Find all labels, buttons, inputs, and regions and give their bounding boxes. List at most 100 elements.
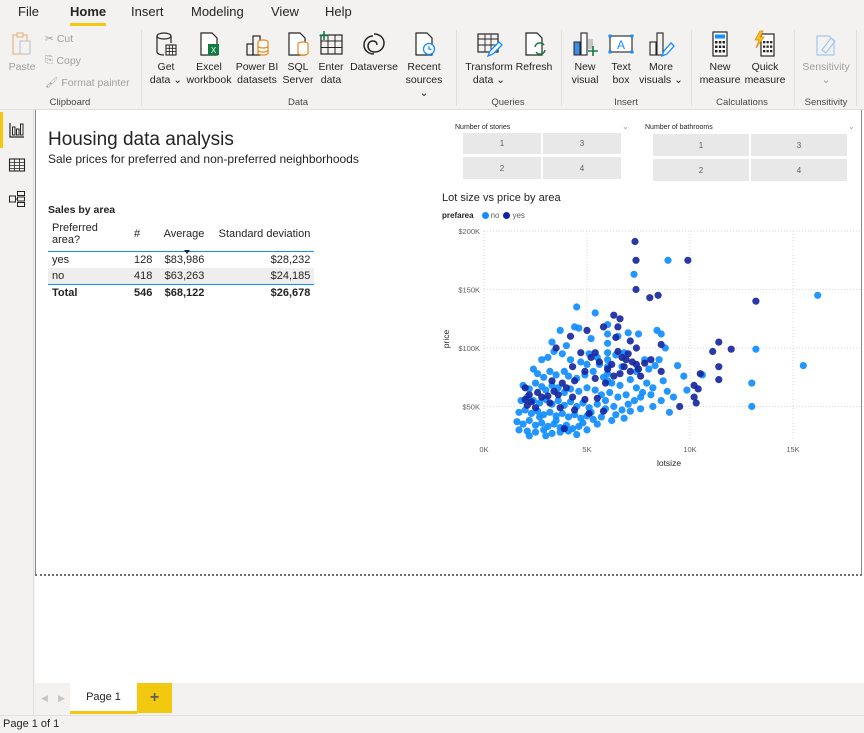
slicer-option-3[interactable]: 3	[751, 134, 847, 156]
data-point-yes[interactable]	[523, 401, 531, 409]
scatter-plot[interactable]: $50K $100K $150K $200K 0K 5K 10K 15K lotsize pr…	[436, 222, 861, 472]
data-point-no[interactable]	[531, 428, 540, 436]
paste-button[interactable]: Paste	[7, 30, 37, 74]
data-point-yes[interactable]	[587, 353, 595, 361]
data-point-yes[interactable]	[752, 297, 760, 305]
data-point-yes[interactable]	[657, 340, 665, 349]
data-point-no[interactable]	[601, 397, 610, 405]
data-point-yes[interactable]	[696, 370, 704, 378]
data-point-no[interactable]	[657, 330, 665, 338]
data-point-no[interactable]	[575, 324, 583, 332]
data-point-no[interactable]	[612, 411, 620, 419]
data-point-yes[interactable]	[626, 367, 634, 375]
data-point-no[interactable]	[637, 405, 645, 413]
data-point-yes[interactable]	[581, 395, 589, 404]
slicer-option-2[interactable]: 2	[653, 159, 749, 181]
data-point-no[interactable]	[604, 339, 612, 347]
slicer-option-3[interactable]: 3	[543, 133, 621, 154]
data-point-no[interactable]	[659, 377, 667, 385]
data-point-no[interactable]	[587, 335, 595, 343]
data-point-no[interactable]	[608, 416, 616, 425]
data-point-no[interactable]	[606, 388, 614, 397]
next-page-icon[interactable]: ▶	[58, 693, 65, 704]
data-point-yes[interactable]	[610, 372, 618, 380]
data-point-yes[interactable]	[690, 381, 698, 389]
data-point-no[interactable]	[579, 419, 587, 427]
data-point-no[interactable]	[614, 393, 622, 401]
data-point-yes[interactable]	[692, 399, 700, 407]
data-point-yes[interactable]	[657, 367, 665, 375]
data-point-no[interactable]	[552, 416, 560, 425]
power-bi-datasets-button[interactable]: Power BI datasets	[235, 30, 279, 87]
data-point-no[interactable]	[626, 407, 634, 415]
data-point-no[interactable]	[799, 362, 807, 370]
data-point-yes[interactable]	[610, 311, 618, 319]
data-point-no[interactable]	[573, 431, 581, 439]
data-point-no[interactable]	[651, 362, 659, 370]
data-point-yes[interactable]	[595, 358, 603, 366]
data-point-no[interactable]	[752, 345, 760, 353]
data-point-yes[interactable]	[548, 377, 556, 385]
slicer-option-2[interactable]: 2	[463, 157, 541, 179]
data-point-no[interactable]	[683, 386, 691, 394]
data-point-yes[interactable]	[571, 406, 579, 414]
data-point-yes[interactable]	[614, 323, 622, 331]
data-point-yes[interactable]	[560, 425, 568, 433]
slicer-option-1[interactable]: 1	[653, 134, 749, 156]
data-point-yes[interactable]	[569, 363, 577, 371]
data-point-no[interactable]	[534, 370, 542, 378]
data-point-no[interactable]	[593, 420, 601, 428]
data-point-yes[interactable]	[632, 285, 640, 294]
data-point-no[interactable]	[604, 349, 612, 357]
data-point-yes[interactable]	[599, 407, 608, 415]
data-point-no[interactable]	[669, 393, 678, 401]
enter-data-button[interactable]: Enter data	[316, 30, 346, 87]
column-header-preferred-area[interactable]: Preferred area?	[48, 219, 130, 252]
data-point-yes[interactable]	[593, 394, 601, 402]
data-point-yes[interactable]	[632, 256, 640, 264]
data-point-no[interactable]	[632, 384, 640, 392]
data-point-no[interactable]	[536, 413, 544, 421]
column-header-average[interactable]: Average	[156, 219, 209, 254]
data-point-no[interactable]	[748, 379, 756, 387]
slicer-option-4[interactable]: 4	[751, 159, 847, 181]
data-point-yes[interactable]	[571, 377, 579, 385]
data-point-yes[interactable]	[715, 363, 723, 371]
data-point-no[interactable]	[519, 420, 527, 428]
data-point-no[interactable]	[525, 416, 533, 425]
data-point-no[interactable]	[546, 367, 554, 375]
data-point-no[interactable]	[591, 386, 599, 394]
data-point-yes[interactable]	[538, 393, 546, 401]
slicer-option-1[interactable]: 1	[463, 133, 541, 154]
menu-modeling[interactable]: Modeling	[191, 4, 244, 19]
data-point-no[interactable]	[657, 397, 665, 405]
data-point-yes[interactable]	[626, 337, 634, 345]
data-point-no[interactable]	[562, 342, 570, 350]
data-point-no[interactable]	[680, 372, 688, 380]
add-page-button[interactable]: +	[137, 683, 172, 713]
data-point-no[interactable]	[665, 408, 673, 416]
data-point-no[interactable]	[634, 330, 643, 338]
dataverse-button[interactable]: Dataverse	[350, 30, 398, 74]
data-point-yes[interactable]	[554, 391, 562, 399]
sql-server-button[interactable]: SQL Server	[282, 30, 314, 87]
data-point-no[interactable]	[515, 408, 523, 416]
data-point-no[interactable]	[575, 387, 583, 395]
data-point-no[interactable]	[573, 303, 581, 311]
data-point-no[interactable]	[643, 379, 651, 387]
data-point-no[interactable]	[674, 362, 682, 370]
data-point-no[interactable]	[655, 356, 663, 364]
data-point-no[interactable]	[630, 270, 638, 278]
data-point-no[interactable]	[616, 381, 624, 389]
data-point-yes[interactable]	[654, 291, 662, 299]
menu-home[interactable]: Home	[70, 4, 107, 26]
data-point-yes[interactable]	[546, 399, 554, 407]
data-point-no[interactable]	[538, 356, 546, 364]
data-point-yes[interactable]	[569, 393, 577, 401]
data-point-no[interactable]	[610, 402, 618, 411]
data-point-no[interactable]	[645, 365, 653, 373]
data-point-no[interactable]	[591, 309, 599, 317]
column-header-count[interactable]: #	[130, 219, 157, 252]
data-point-no[interactable]	[608, 379, 616, 387]
format-painter-button[interactable]: 🖌 Format painter	[45, 76, 130, 90]
